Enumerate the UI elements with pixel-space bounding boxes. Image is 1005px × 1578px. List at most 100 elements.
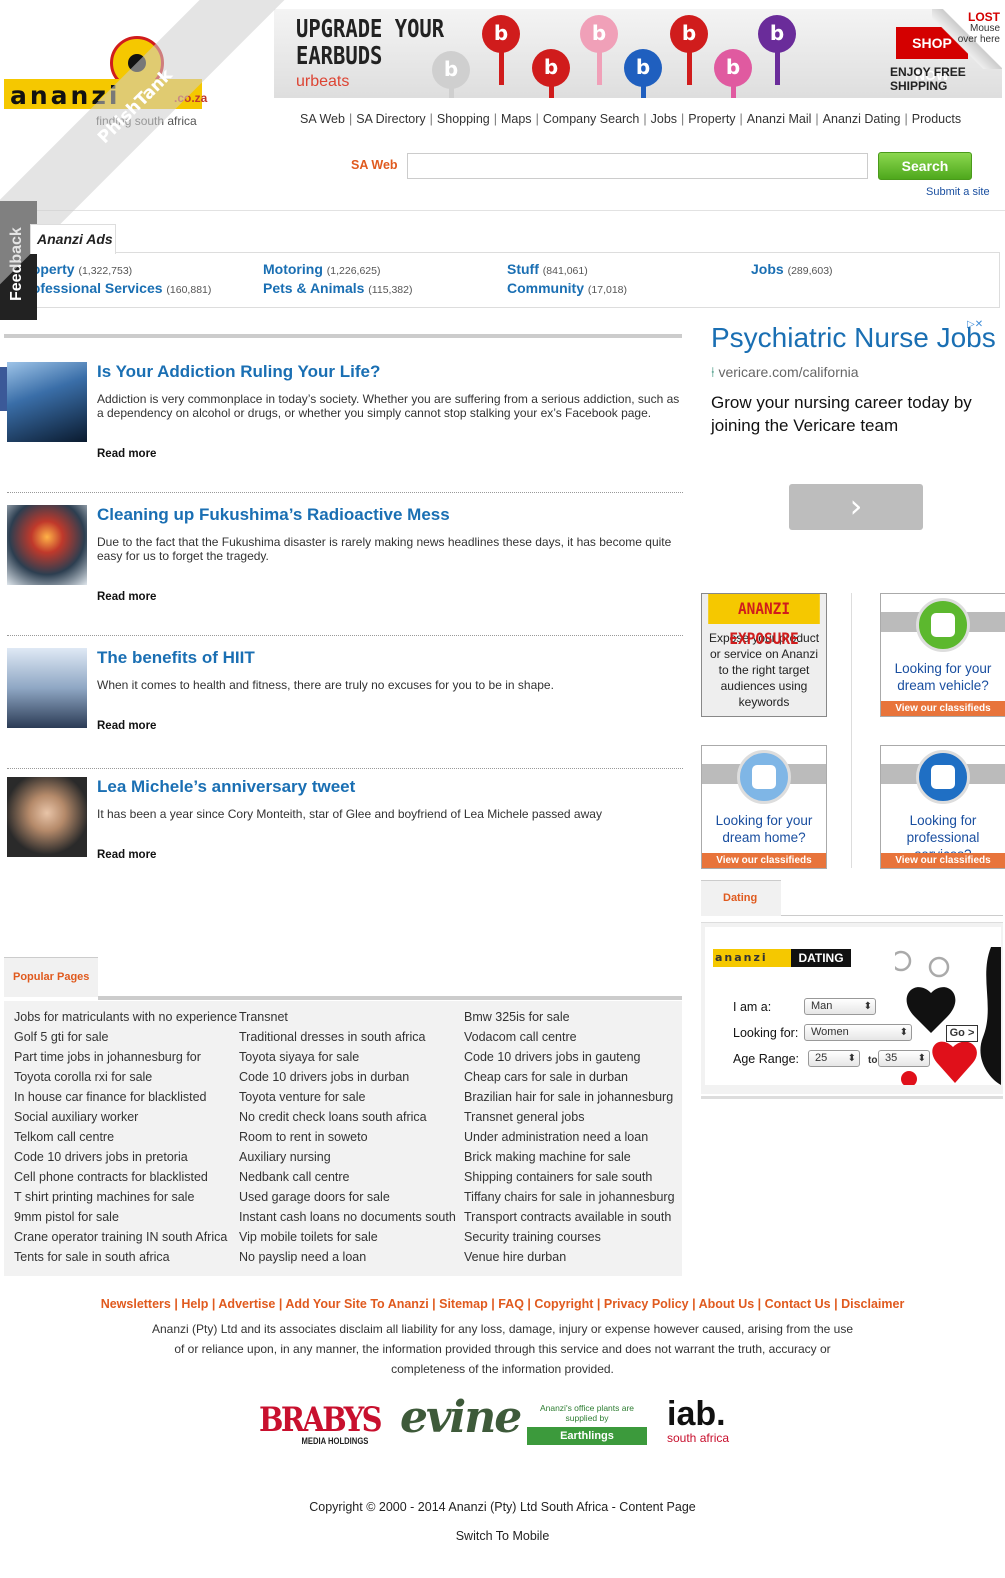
footer-link-disclaimer[interactable]: Disclaimer: [841, 1297, 904, 1311]
vehicle-classifieds-promo[interactable]: Looking for your dream vehicle? View our…: [880, 593, 1005, 717]
footer-link-sitemap[interactable]: Sitemap: [439, 1297, 488, 1311]
popular-page-link[interactable]: Vodacom call centre: [464, 1027, 675, 1047]
ads-category-pets-animals[interactable]: Pets & Animals (115,382): [263, 280, 412, 296]
popular-page-link[interactable]: Venue hire durban: [464, 1247, 675, 1267]
ads-category-jobs[interactable]: Jobs (289,603): [751, 261, 833, 277]
dating-go-button[interactable]: Go >: [946, 1025, 978, 1042]
read-more-link[interactable]: Read more: [97, 448, 156, 460]
popular-page-link[interactable]: Used garage doors for sale: [239, 1187, 456, 1207]
popular-page-link[interactable]: Bmw 325is for sale: [464, 1007, 675, 1027]
article-title[interactable]: Cleaning up Fukushima’s Radioactive Mess: [97, 505, 450, 525]
footer-link-help[interactable]: Help: [181, 1297, 208, 1311]
ad-url[interactable]: ⍿ vericare.com/california: [711, 364, 1001, 381]
nav-link-sa-web[interactable]: SA Web: [300, 112, 345, 126]
popular-page-link[interactable]: Social auxiliary worker: [14, 1107, 237, 1127]
ad-arrow-button[interactable]: ›: [789, 484, 923, 530]
popular-page-link[interactable]: Brazilian hair for sale in johannesburg: [464, 1087, 675, 1107]
popular-page-link[interactable]: Toyota siyaya for sale: [239, 1047, 456, 1067]
age-to-select[interactable]: 35: [878, 1050, 930, 1067]
ads-category-motoring[interactable]: Motoring (1,226,625): [263, 261, 380, 277]
popular-page-link[interactable]: Code 10 drivers jobs in pretoria: [14, 1147, 237, 1167]
footer-link-privacy-policy[interactable]: Privacy Policy: [604, 1297, 689, 1311]
nav-link-products[interactable]: Products: [912, 112, 961, 126]
looking-for-select[interactable]: Women: [804, 1024, 912, 1041]
popular-page-link[interactable]: Part time jobs in johannesburg for: [14, 1047, 237, 1067]
popular-page-link[interactable]: Cheap cars for sale in durban: [464, 1067, 675, 1087]
article-title[interactable]: Lea Michele’s anniversary tweet: [97, 777, 355, 797]
popular-page-link[interactable]: Shipping containers for sale south: [464, 1167, 675, 1187]
popular-page-link[interactable]: Cell phone contracts for blacklisted: [14, 1167, 237, 1187]
nav-link-jobs[interactable]: Jobs: [651, 112, 677, 126]
popular-page-link[interactable]: Transport contracts available in south: [464, 1207, 675, 1227]
home-classifieds-promo[interactable]: Looking for your dream home? View our cl…: [701, 745, 827, 869]
popular-page-link[interactable]: Jobs for matriculants with no experience: [14, 1007, 237, 1027]
popular-page-link[interactable]: Nedbank call centre: [239, 1167, 456, 1187]
popular-page-link[interactable]: Room to rent in soweto: [239, 1127, 456, 1147]
footer-link-add-your-site-to-ananzi[interactable]: Add Your Site To Ananzi: [285, 1297, 428, 1311]
popular-page-link[interactable]: Transnet general jobs: [464, 1107, 675, 1127]
gender-select[interactable]: Man: [804, 998, 876, 1015]
popular-page-link[interactable]: Transnet: [239, 1007, 456, 1027]
nav-link-ananzi-mail[interactable]: Ananzi Mail: [747, 112, 812, 126]
popular-page-link[interactable]: Traditional dresses in south africa: [239, 1027, 456, 1047]
nav-link-company-search[interactable]: Company Search: [543, 112, 640, 126]
popular-page-link[interactable]: No payslip need a loan: [239, 1247, 456, 1267]
popular-page-link[interactable]: Tiffany chairs for sale in johannesburg: [464, 1187, 675, 1207]
ananzi-exposure-promo[interactable]: ANANZI EXPOSURE Expose your product or s…: [701, 593, 827, 717]
popular-page-link[interactable]: Auxiliary nursing: [239, 1147, 456, 1167]
popular-page-link[interactable]: Vip mobile toilets for sale: [239, 1227, 456, 1247]
brabys-logo[interactable]: BRABYS MEDIA HOLDINGS: [259, 1400, 383, 1446]
earbuds-banner-ad[interactable]: UPGRADE YOUR EARBUDS urbeats bbbbbbbb SH…: [274, 9, 1002, 98]
popular-page-link[interactable]: Brick making machine for sale: [464, 1147, 675, 1167]
search-button[interactable]: Search: [878, 152, 972, 180]
popular-page-link[interactable]: Golf 5 gti for sale: [14, 1027, 237, 1047]
popular-page-link[interactable]: In house car finance for blacklisted: [14, 1087, 237, 1107]
popular-page-link[interactable]: Tents for sale in south africa: [14, 1247, 237, 1267]
footer-link-about-us[interactable]: About Us: [699, 1297, 755, 1311]
iab-logo[interactable]: iab. south africa: [667, 1396, 729, 1444]
nav-link-property[interactable]: Property: [688, 112, 735, 126]
popular-page-link[interactable]: Security training courses: [464, 1227, 675, 1247]
ads-category-stuff[interactable]: Stuff (841,061): [507, 261, 588, 277]
footer-link-contact-us[interactable]: Contact Us: [765, 1297, 831, 1311]
services-classifieds-promo[interactable]: Looking for professional services? View …: [880, 745, 1005, 869]
popular-page-link[interactable]: Toyota venture for sale: [239, 1087, 456, 1107]
search-input[interactable]: [407, 153, 868, 179]
view-classifieds-link[interactable]: View our classifieds: [702, 853, 826, 868]
read-more-link[interactable]: Read more: [97, 849, 156, 861]
ads-category-community[interactable]: Community (17,018): [507, 280, 627, 296]
popular-page-link[interactable]: Crane operator training IN south Africa: [14, 1227, 237, 1247]
popular-page-link[interactable]: T shirt printing machines for sale: [14, 1187, 237, 1207]
article-title[interactable]: The benefits of HIIT: [97, 648, 255, 668]
read-more-link[interactable]: Read more: [97, 720, 156, 732]
nav-link-maps[interactable]: Maps: [501, 112, 532, 126]
view-classifieds-link[interactable]: View our classifieds: [881, 701, 1005, 716]
switch-to-mobile-link[interactable]: Switch To Mobile: [0, 1529, 1005, 1543]
footer-link-advertise[interactable]: Advertise: [218, 1297, 275, 1311]
popular-page-link[interactable]: Code 10 drivers jobs in gauteng: [464, 1047, 675, 1067]
ads-category-professional-services[interactable]: Professional Services (160,881): [17, 280, 211, 296]
ananzi-logo[interactable]: ananzi .co.za finding south africa: [4, 34, 207, 128]
popular-page-link[interactable]: Toyota corolla rxi for sale: [14, 1067, 237, 1087]
earthlings-logo[interactable]: Ananzi's office plants are supplied by E…: [527, 1403, 647, 1447]
popular-page-link[interactable]: Telkom call centre: [14, 1127, 237, 1147]
article-thumbnail[interactable]: [7, 648, 87, 728]
article-title[interactable]: Is Your Addiction Ruling Your Life?: [97, 362, 380, 382]
dating-tab[interactable]: Dating: [701, 880, 781, 916]
popular-page-link[interactable]: Under administration need a loan: [464, 1127, 675, 1147]
article-thumbnail[interactable]: [7, 362, 87, 442]
popular-pages-tab[interactable]: Popular Pages: [4, 957, 98, 997]
view-classifieds-link[interactable]: View our classifieds: [881, 853, 1005, 868]
nav-link-shopping[interactable]: Shopping: [437, 112, 490, 126]
submit-site-link[interactable]: Submit a site: [926, 186, 990, 198]
feedback-tab[interactable]: Feedback: [0, 201, 37, 320]
footer-link-newsletters[interactable]: Newsletters: [101, 1297, 171, 1311]
nav-link-sa-directory[interactable]: SA Directory: [356, 112, 425, 126]
article-thumbnail[interactable]: [7, 505, 87, 585]
article-thumbnail[interactable]: [7, 777, 87, 857]
popular-page-link[interactable]: 9mm pistol for sale: [14, 1207, 237, 1227]
sidebar-text-ad[interactable]: Psychiatric Nurse Jobs ⍿ vericare.com/ca…: [711, 322, 1001, 437]
popular-page-link[interactable]: Instant cash loans no documents south: [239, 1207, 456, 1227]
ananzi-ads-tab[interactable]: Ananzi Ads: [30, 224, 116, 254]
read-more-link[interactable]: Read more: [97, 591, 156, 603]
